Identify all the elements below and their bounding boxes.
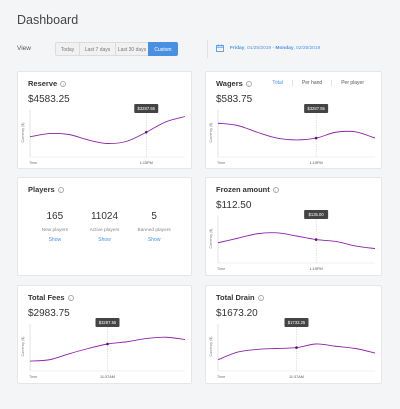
wagers-card: Wagers i Total Per hand Per player $583.7… — [205, 71, 382, 169]
x-tick-label: 11:37AM — [289, 375, 304, 379]
reserve-chart: Currency ($) Time $3287.55 1:15PM — [21, 104, 186, 165]
date-from-day: Friday — [230, 45, 245, 51]
show-banned-players-link[interactable]: Show — [129, 237, 179, 243]
x-tick-label: 1:15PM — [140, 161, 153, 165]
y-axis-label: Currency ($) — [209, 229, 213, 249]
x-tick-label: 11:37AM — [100, 375, 115, 379]
last-7-days-button[interactable]: Last 7 days — [79, 42, 116, 56]
show-new-players-link[interactable]: Show — [30, 237, 80, 243]
data-point — [314, 136, 318, 140]
data-point — [314, 238, 318, 241]
x-axis-label: Time — [29, 375, 37, 379]
frozen-card: Frozen amount i $112.50 Currency ($) Time $… — [205, 177, 382, 276]
data-point — [106, 342, 109, 346]
date-to-day: Monday — [275, 45, 294, 51]
tooltip-value: $135.00 — [309, 212, 325, 217]
date-from: 01/25/2019 — [247, 45, 272, 51]
active-players-count: 11024 — [90, 211, 119, 222]
today-button[interactable]: Today — [55, 42, 80, 56]
drain-chart: Currency ($) Time $1733.25 11:37AM — [209, 318, 376, 379]
page-title: Dashboard — [17, 13, 79, 27]
custom-button[interactable]: Custom — [148, 42, 178, 56]
players-title: Players i — [28, 185, 64, 194]
view-range-selector: Today Last 7 days Last 30 days Custom — [55, 42, 178, 56]
info-icon[interactable]: i — [57, 186, 64, 193]
x-axis-label: Time — [217, 375, 225, 379]
x-tick-label: 1:15PM — [310, 161, 323, 165]
tooltip-value: $3287.55 — [99, 320, 117, 325]
date-to: 02/25/2019 — [296, 45, 321, 51]
series-line — [217, 122, 376, 141]
series-line — [29, 116, 186, 144]
new-players-count: 165 — [46, 211, 64, 222]
x-axis-label: Time — [217, 161, 225, 165]
fees-card: Total Fees i $2983.75 Currency ($) Time $32… — [17, 285, 192, 384]
active-players-stat: 11024 Active players Show — [80, 211, 130, 243]
active-players-label: Active players — [89, 228, 120, 233]
banned-players-stat: 5 Banned players Show — [129, 211, 179, 243]
reserve-card: Reserve i $4583.25 Currency ($) Time $3287.… — [17, 71, 192, 169]
tooltip-value: $3287.55 — [138, 106, 156, 111]
banned-players-label: Banned players — [137, 228, 171, 233]
filter-divider — [207, 40, 208, 58]
tooltip-value: $1733.25 — [288, 320, 306, 325]
data-point — [295, 346, 298, 349]
tooltip-value: $3287.55 — [307, 106, 325, 111]
x-axis-label: Time — [29, 161, 37, 165]
data-point — [144, 130, 148, 134]
fees-chart: Currency ($) Time $3287.55 11:37AM — [21, 318, 186, 379]
new-players-label: New players — [41, 228, 69, 233]
last-30-days-button[interactable]: Last 30 days — [115, 42, 149, 56]
frozen-chart: Currency ($) Time $135.00 1:15PM — [209, 210, 376, 271]
date-range-picker[interactable]: Friday, 01/25/2019 - Monday, 02/25/2019 — [216, 44, 320, 52]
x-tick-label: 1:15PM — [310, 267, 323, 271]
wagers-chart: Currency ($) Time $3287.55 1:15PM — [209, 104, 376, 165]
players-card: Players i 165 New players Show 11024 Acti… — [17, 177, 192, 276]
y-axis-label: Currency ($) — [21, 337, 25, 357]
x-axis-label: Time — [217, 267, 225, 271]
show-active-players-link[interactable]: Show — [80, 237, 130, 243]
view-label: View — [17, 45, 31, 52]
drain-card: Total Drain i $1673.20 Currency ($) Time $1… — [205, 285, 382, 384]
banned-players-count: 5 — [151, 211, 157, 222]
calendar-icon — [216, 44, 224, 52]
y-axis-label: Currency ($) — [21, 123, 25, 143]
new-players-stat: 165 New players Show — [30, 211, 80, 243]
y-axis-label: Currency ($) — [209, 337, 213, 357]
series-line — [217, 232, 376, 250]
y-axis-label: Currency ($) — [209, 123, 213, 143]
